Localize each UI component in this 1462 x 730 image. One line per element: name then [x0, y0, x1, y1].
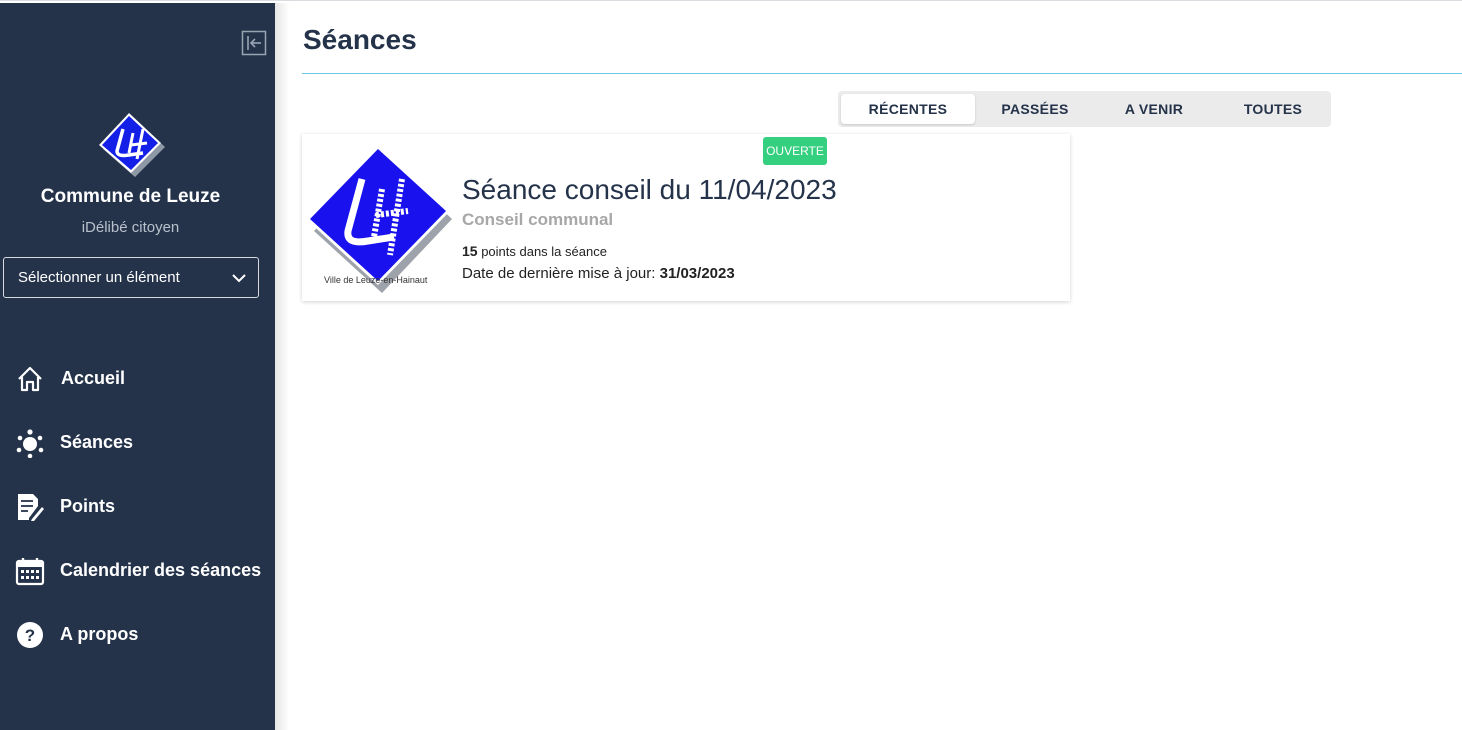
seance-points: 15 points dans la séance: [462, 243, 607, 259]
seance-card[interactable]: Ville de Leuze-en-Hainaut OUVERTE Séance…: [302, 134, 1070, 301]
seance-logo: Ville de Leuze-en-Hainaut: [302, 141, 452, 293]
sidebar-item-label: Calendrier des séances: [60, 560, 262, 580]
commune-name: Commune de Leuze: [40, 186, 221, 207]
document-edit-icon: [15, 492, 45, 522]
tab-passees[interactable]: PASSÉES: [978, 94, 1092, 124]
calendar-icon: [15, 556, 45, 586]
sidebar-item-label: Points: [60, 496, 116, 516]
sidebar-item-label: Séances: [60, 432, 134, 452]
update-label: Date de dernière mise à jour:: [462, 265, 660, 282]
chevron-down-icon: [230, 269, 248, 287]
home-icon: [15, 364, 45, 394]
page-title: Séances: [303, 24, 417, 55]
status-badge: OUVERTE: [763, 137, 827, 165]
points-text: points dans la séance: [477, 244, 607, 259]
seance-title: Séance conseil du 11/04/2023: [462, 174, 837, 205]
element-select[interactable]: Sélectionner un élément: [3, 257, 259, 298]
tab-a-venir[interactable]: A VENIR: [1094, 94, 1214, 124]
sidebar-shadow: [275, 3, 289, 730]
title-divider: [302, 73, 1462, 74]
sidebar-item-seances[interactable]: Séances: [0, 420, 275, 464]
logo-caption: Ville de Leuze-en-Hainaut: [324, 275, 428, 285]
tab-recentes[interactable]: RÉCENTES: [841, 94, 975, 124]
element-select-label: Sélectionner un élément: [18, 269, 180, 286]
sidebar-item-calendrier[interactable]: Calendrier des séances: [0, 548, 275, 592]
svg-text:?: ?: [25, 626, 35, 645]
sidebar-item-accueil[interactable]: Accueil: [0, 356, 275, 400]
seance-update-date: Date de dernière mise à jour: 31/03/2023: [462, 265, 735, 282]
seance-type: Conseil communal: [462, 210, 614, 229]
seances-filter-tabs: RÉCENTES PASSÉES A VENIR TOUTES: [838, 91, 1331, 127]
help-icon: ?: [15, 620, 45, 650]
points-count: 15: [462, 243, 478, 259]
app-subtitle: iDélibé citoyen: [81, 219, 180, 236]
sidebar-item-label: A propos: [60, 624, 139, 644]
sidebar: Commune de Leuze iDélibé citoyen Sélecti…: [0, 3, 275, 730]
sidebar-item-label: Accueil: [61, 368, 126, 388]
sidebar-item-a-propos[interactable]: ? A propos: [0, 612, 275, 656]
meeting-icon: [15, 428, 45, 459]
collapse-sidebar-icon[interactable]: [241, 30, 267, 56]
update-date: 31/03/2023: [659, 265, 735, 282]
tab-toutes[interactable]: TOUTES: [1218, 94, 1328, 124]
commune-logo: [93, 107, 171, 185]
sidebar-item-points[interactable]: Points: [0, 484, 275, 528]
